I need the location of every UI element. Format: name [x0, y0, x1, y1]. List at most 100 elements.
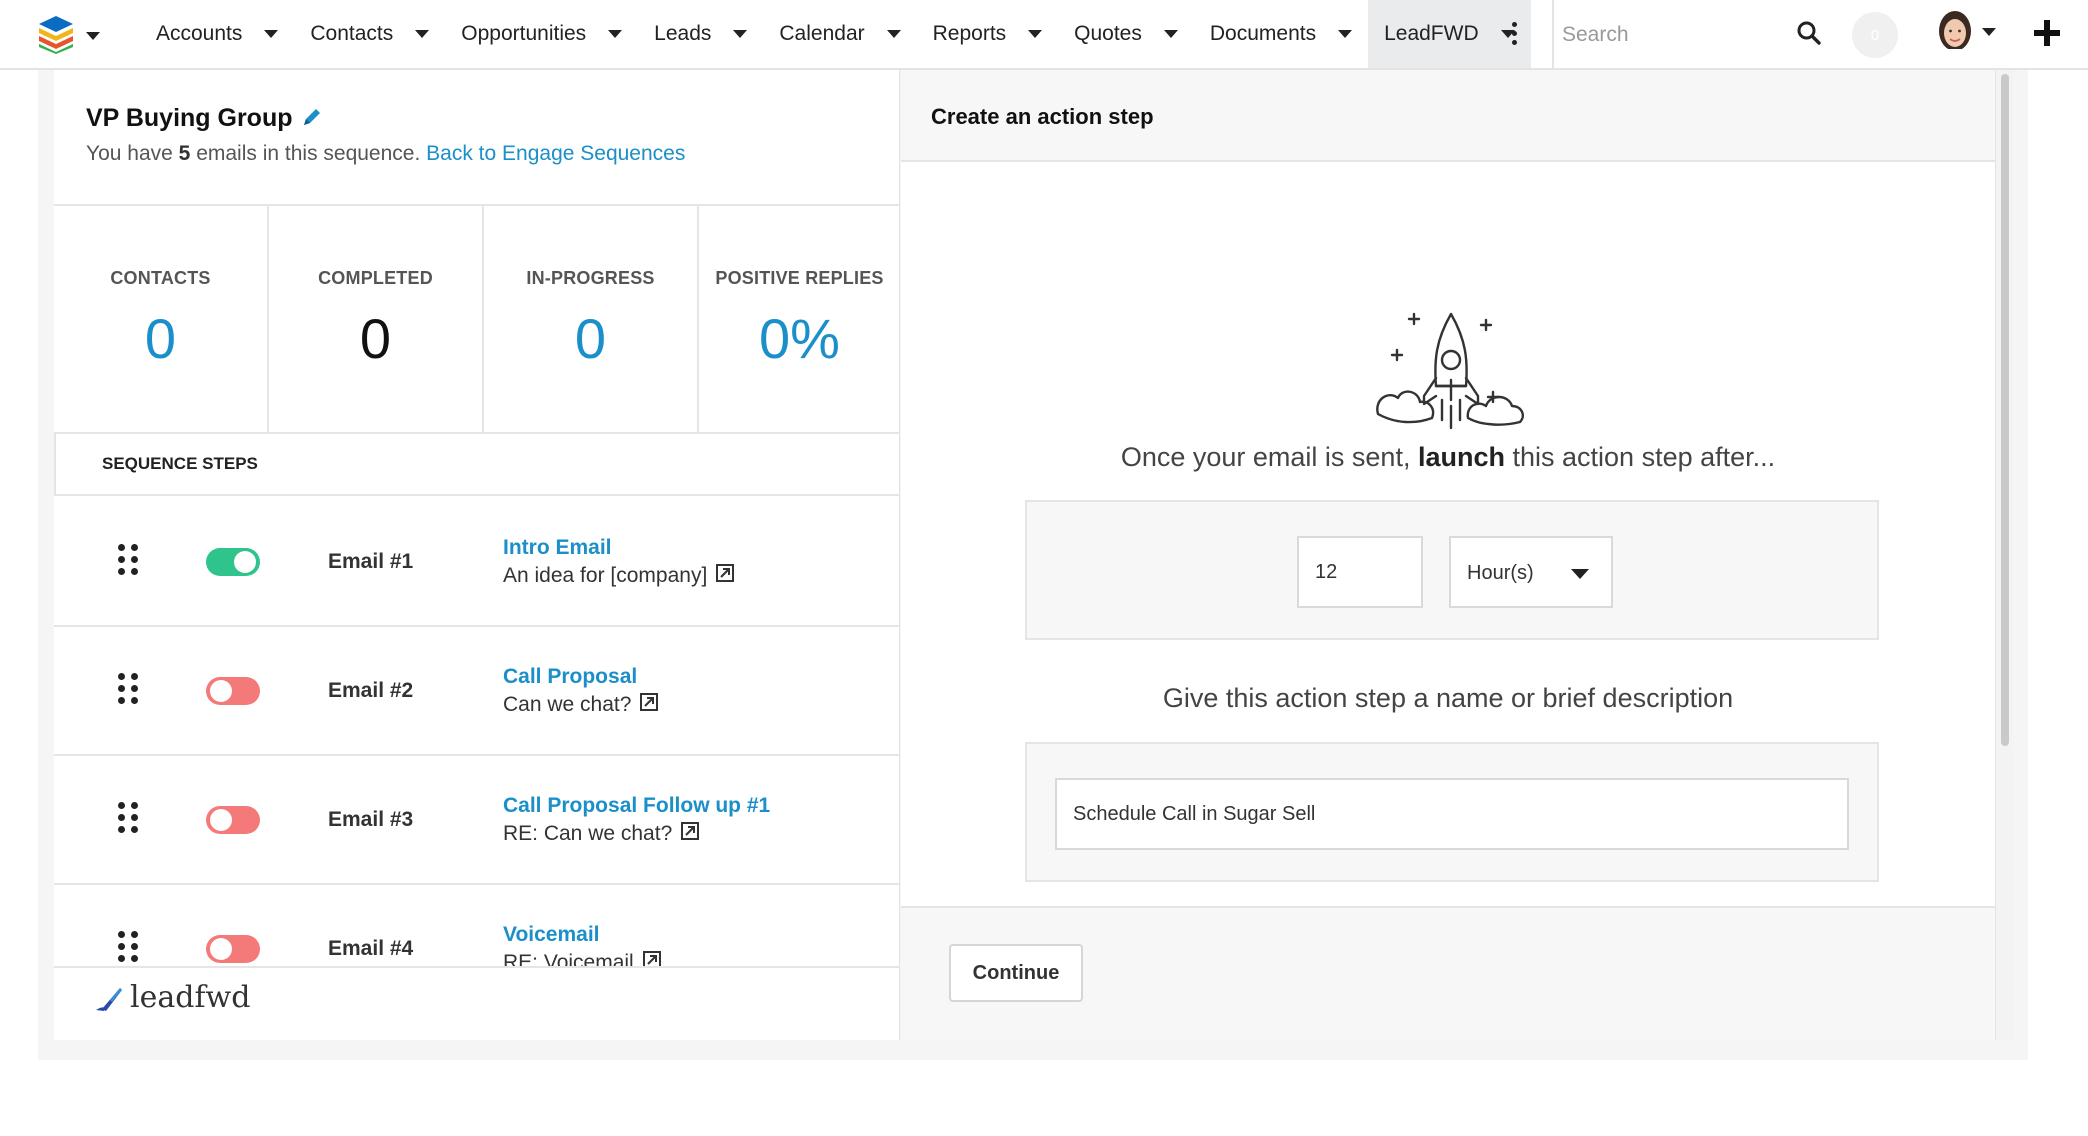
sequence-steps-heading: SEQUENCE STEPS [54, 434, 899, 496]
stat-in-progress: IN-PROGRESS 0 [484, 206, 699, 434]
pencil-icon[interactable] [301, 106, 323, 128]
chevron-down-icon[interactable] [415, 30, 430, 38]
tab-label: Quotes [1074, 22, 1142, 45]
chevron-down-icon[interactable] [608, 30, 623, 38]
step-subject: RE: Can we chat? [503, 821, 700, 846]
stat-label: COMPLETED [318, 268, 433, 288]
app-logo-menu[interactable] [36, 14, 106, 54]
leadfwd-footer: leadfwd [54, 966, 899, 1040]
continue-button[interactable]: Continue [949, 944, 1083, 1002]
action-step-name-input[interactable] [1055, 778, 1849, 850]
step-number-label: Email #2 [328, 679, 414, 702]
step-subject-text: An idea for [company] [503, 564, 708, 587]
action-step-title: Create an action step [931, 104, 1154, 129]
external-link-icon[interactable] [639, 692, 659, 712]
launch-keyword: launch [1417, 442, 1505, 472]
tab-documents[interactable]: Documents [1194, 0, 1368, 68]
tab-label: Reports [932, 22, 1007, 45]
drag-handle-icon[interactable] [118, 544, 138, 576]
step-name-link[interactable]: Intro Email [503, 536, 612, 560]
step-name-link[interactable]: Voicemail [503, 923, 600, 947]
stat-completed: COMPLETED 0 [269, 206, 484, 434]
chevron-down-icon[interactable] [1982, 28, 1996, 36]
leadfwd-logo-icon [96, 988, 122, 1011]
back-to-sequences-link[interactable]: Back to Engage Sequences [426, 142, 685, 165]
launch-prefix: Once your email is sent, [1120, 442, 1411, 472]
stat-label: CONTACTS [110, 268, 211, 288]
delay-unit-select[interactable]: Hour(s) [1449, 536, 1613, 608]
top-navigation-bar: Accounts Contacts Opportunities Leads Calend… [0, 0, 2088, 70]
step-number-label: Email #1 [328, 550, 414, 573]
chevron-down-icon[interactable] [733, 30, 748, 38]
tab-label: Contacts [310, 22, 394, 45]
launch-suffix: this action step after... [1512, 442, 1776, 472]
tab-label: Opportunities [461, 22, 587, 45]
launch-instruction: Once your email is sent, launch this act… [901, 442, 1995, 473]
sugar-cube-logo-icon [39, 16, 73, 54]
sequence-header: VP Buying Group You have 5 emails in thi… [54, 70, 899, 206]
plus-icon[interactable] [2032, 18, 2062, 48]
step-name-link[interactable]: Call Proposal [503, 665, 637, 689]
sequence-step-row: Email #2 Call Proposal Can we chat? [54, 627, 899, 756]
stat-value: 0 [574, 307, 607, 370]
drag-handle-icon[interactable] [118, 673, 138, 705]
chevron-down-icon[interactable] [1163, 30, 1178, 38]
email-count: 5 [178, 142, 191, 165]
tab-label: Documents [1209, 22, 1317, 45]
search-input[interactable] [1562, 18, 1792, 52]
tab-label: LeadFWD [1384, 22, 1479, 45]
external-link-icon[interactable] [680, 821, 700, 841]
tab-label: Accounts [156, 22, 243, 45]
global-search [1552, 0, 1842, 68]
sequence-subtitle: You have 5 emails in this sequence. Back… [86, 142, 685, 166]
more-modules-icon[interactable] [1506, 22, 1522, 50]
action-step-panel: Create an action step Once your email is… [901, 70, 1995, 1040]
search-icon[interactable] [1796, 20, 1822, 46]
tab-opportunities[interactable]: Opportunities [445, 0, 638, 68]
rocket-icon [1376, 312, 1524, 430]
tab-contacts[interactable]: Contacts [294, 0, 445, 68]
notification-badge[interactable]: 0 [1852, 12, 1898, 58]
subtitle-prefix: You have [86, 142, 173, 165]
chevron-down-icon[interactable] [1028, 30, 1043, 38]
user-avatar[interactable] [1935, 9, 1975, 59]
tab-leads[interactable]: Leads [638, 0, 763, 68]
subtitle-suffix: emails in this sequence. [196, 142, 421, 165]
action-step-footer: Continue [901, 906, 1995, 1040]
description-prompt: Give this action step a name or brief de… [1162, 683, 1734, 713]
step-subject: Can we chat? [503, 692, 659, 717]
step-number-label: Email #3 [328, 808, 414, 831]
chevron-down-icon[interactable] [1338, 30, 1353, 38]
chevron-down-icon[interactable] [886, 30, 901, 38]
stat-value: 0 [144, 307, 177, 370]
step-enabled-toggle[interactable] [206, 806, 260, 834]
tab-quotes[interactable]: Quotes [1058, 0, 1194, 68]
stat-positive-replies: POSITIVE REPLIES 0% [699, 206, 899, 434]
step-number-label: Email #4 [328, 937, 414, 960]
step-name-link[interactable]: Call Proposal Follow up #1 [503, 794, 770, 818]
delay-amount-input[interactable] [1297, 536, 1423, 608]
delay-unit-value: Hour(s) [1467, 562, 1534, 584]
tab-reports[interactable]: Reports [917, 0, 1059, 68]
tab-accounts[interactable]: Accounts [140, 0, 294, 68]
chevron-down-icon [1571, 569, 1589, 579]
scrollbar-thumb[interactable] [2001, 74, 2009, 746]
page-title: VP Buying Group [86, 104, 323, 133]
tab-calendar[interactable]: Calendar [763, 0, 916, 68]
leadfwd-brand-text: leadfwd [130, 980, 251, 1015]
module-tabs: Accounts Contacts Opportunities Leads Calend… [140, 0, 1531, 68]
step-enabled-toggle[interactable] [206, 548, 260, 576]
drag-handle-icon[interactable] [118, 802, 138, 834]
tab-label: Leads [654, 22, 712, 45]
step-enabled-toggle[interactable] [206, 677, 260, 705]
panel-scrollbar[interactable] [1995, 70, 2013, 1040]
stat-contacts: CONTACTS 0 [54, 206, 269, 434]
drag-handle-icon[interactable] [118, 931, 138, 963]
step-subject-text: Can we chat? [503, 693, 632, 716]
stat-label: IN-PROGRESS [526, 268, 655, 288]
chevron-down-icon[interactable] [264, 30, 279, 38]
sequence-step-row: Email #1 Intro Email An idea for [company] [54, 498, 899, 627]
step-enabled-toggle[interactable] [206, 935, 260, 963]
external-link-icon[interactable] [715, 563, 735, 583]
sequence-stats: CONTACTS 0 COMPLETED 0 IN-PROGRESS 0 POSITIVE … [54, 206, 899, 434]
